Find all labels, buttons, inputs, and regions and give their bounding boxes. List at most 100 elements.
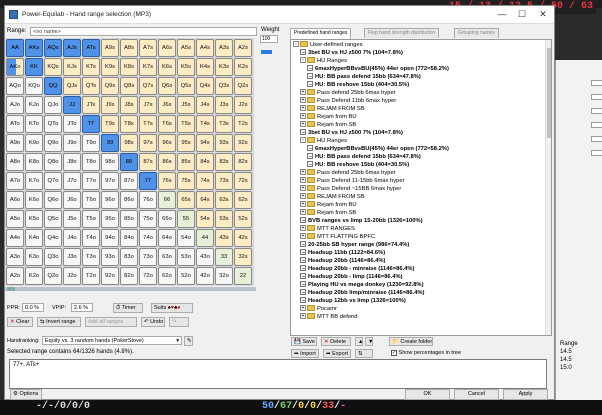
hand-cell-76s[interactable]: 76s — [158, 172, 176, 190]
apply-button[interactable]: Apply — [503, 389, 548, 400]
close-button[interactable]: ✕ — [533, 8, 553, 21]
hand-cell-96o[interactable]: 96o — [101, 191, 119, 209]
expand-icon[interactable]: + — [300, 209, 306, 216]
invert-range-button[interactable]: ⇆ Invert range — [37, 317, 81, 327]
hand-cell-T5s[interactable]: T5s — [177, 115, 195, 133]
show-percentages-checkbox[interactable]: ✓ Show percentages in tree — [391, 349, 461, 357]
expand-icon[interactable]: + — [300, 89, 306, 96]
hand-cell-44[interactable]: 44 — [196, 229, 214, 247]
hand-cell-J9o[interactable]: J9o — [63, 134, 81, 152]
hand-cell-T9o[interactable]: T9o — [82, 134, 100, 152]
hand-cell-JJ[interactable]: JJ — [63, 96, 81, 114]
expand-icon[interactable]: + — [300, 233, 306, 240]
options-button[interactable]: ⚙ Options — [10, 389, 42, 400]
hand-cell-T2o[interactable]: T2o — [82, 267, 100, 285]
tree-range-item[interactable]: Headsup 20bb - minraise (1146=86.4%) — [300, 265, 415, 273]
hand-cell-33[interactable]: 33 — [215, 248, 233, 266]
hand-cell-J2s[interactable]: J2s — [234, 96, 252, 114]
hand-cell-Q7s[interactable]: Q7s — [139, 77, 157, 95]
hand-cell-J8s[interactable]: J8s — [120, 96, 138, 114]
hand-cell-86s[interactable]: 86s — [158, 153, 176, 171]
collapse-icon[interactable]: - — [300, 137, 306, 144]
tree-folder[interactable]: + REJAM FROM SB — [300, 105, 365, 113]
expand-icon[interactable]: + — [300, 97, 306, 104]
hand-cell-85s[interactable]: 85s — [177, 153, 195, 171]
tree-folder[interactable]: + Rejam from SB — [300, 209, 356, 217]
hand-cell-K6s[interactable]: K6s — [158, 58, 176, 76]
tree-folder[interactable]: + Pass Defend 11bb 6max hyper — [300, 97, 396, 105]
hand-cell-Q9o[interactable]: Q9o — [44, 134, 62, 152]
weight-slider[interactable] — [261, 50, 272, 54]
tree-range-item[interactable]: HU: BB pass defend 15bb (634=47.8%) — [307, 153, 421, 161]
hand-cell-Q6s[interactable]: Q6s — [158, 77, 176, 95]
hand-cell-55[interactable]: 55 — [177, 210, 195, 228]
tree-folder[interactable]: + MTT RANGES — [300, 225, 355, 233]
hand-cell-K3o[interactable]: K3o — [25, 248, 43, 266]
hand-cell-AKo[interactable]: AKo — [6, 58, 24, 76]
hand-cell-77[interactable]: 77 — [139, 172, 157, 190]
hand-cell-K5s[interactable]: K5s — [177, 58, 195, 76]
hand-cell-KQo[interactable]: KQo — [25, 77, 43, 95]
expand-icon[interactable]: + — [300, 121, 306, 128]
hand-cell-ATo[interactable]: ATo — [6, 115, 24, 133]
import-button[interactable]: ➥ Import — [291, 349, 319, 358]
delete-button[interactable]: ✕ Delete — [321, 337, 351, 346]
expand-icon[interactable]: + — [300, 201, 306, 208]
hand-cell-A4s[interactable]: A4s — [196, 39, 214, 57]
hand-cell-75o[interactable]: 75o — [139, 210, 157, 228]
hand-cell-KTo[interactable]: KTo — [25, 115, 43, 133]
hand-cell-62s[interactable]: 62s — [234, 191, 252, 209]
hand-cell-72o[interactable]: 72o — [139, 267, 157, 285]
hand-cell-97o[interactable]: 97o — [101, 172, 119, 190]
hand-cell-A8o[interactable]: A8o — [6, 153, 24, 171]
hand-cell-A6o[interactable]: A6o — [6, 191, 24, 209]
tree-range-item[interactable]: 3bet BU vs HJ z500 7% (104=7.8%) — [300, 49, 403, 57]
sort-button[interactable]: ⇅ — [355, 349, 373, 358]
hand-cell-A5o[interactable]: A5o — [6, 210, 24, 228]
hand-cell-96s[interactable]: 96s — [158, 134, 176, 152]
hand-cell-42s[interactable]: 42s — [234, 229, 252, 247]
hand-cell-T4s[interactable]: T4s — [196, 115, 214, 133]
hand-cell-92s[interactable]: 92s — [234, 134, 252, 152]
hand-cell-KTs[interactable]: KTs — [82, 58, 100, 76]
tree-range-item[interactable]: BVB ranges vs limp 15-20bb (1326=100%) — [300, 217, 423, 225]
hand-cell-Q2s[interactable]: Q2s — [234, 77, 252, 95]
hand-cell-J7o[interactable]: J7o — [63, 172, 81, 190]
hand-cell-A9o[interactable]: A9o — [6, 134, 24, 152]
hand-cell-97s[interactable]: 97s — [139, 134, 157, 152]
hand-cell-A2s[interactable]: A2s — [234, 39, 252, 57]
handranking-select[interactable]: Equity vs. 3 random hands (PokerStove) ▾ — [42, 336, 182, 345]
hand-cell-Q5s[interactable]: Q5s — [177, 77, 195, 95]
hand-cell-ATs[interactable]: ATs — [82, 39, 100, 57]
hand-cell-J8o[interactable]: J8o — [63, 153, 81, 171]
hand-cell-A4o[interactable]: A4o — [6, 229, 24, 247]
hand-cell-53o[interactable]: 53o — [177, 248, 195, 266]
hand-cell-QTo[interactable]: QTo — [44, 115, 62, 133]
hand-cell-82s[interactable]: 82s — [234, 153, 252, 171]
range-name-input[interactable]: <no name> — [30, 27, 257, 36]
hand-cell-22[interactable]: 22 — [234, 267, 252, 285]
hand-cell-KQs[interactable]: KQs — [44, 58, 62, 76]
hand-cell-Q8s[interactable]: Q8s — [120, 77, 138, 95]
matrix-scrollbar[interactable] — [5, 287, 256, 291]
collapse-icon[interactable]: - — [293, 41, 299, 48]
undo-button[interactable]: ↶ Undo — [141, 317, 165, 327]
hand-cell-T8o[interactable]: T8o — [82, 153, 100, 171]
hand-cell-Q6o[interactable]: Q6o — [44, 191, 62, 209]
export-button[interactable]: ➦ Export — [323, 349, 351, 358]
hand-cell-T3s[interactable]: T3s — [215, 115, 233, 133]
hand-cell-A7o[interactable]: A7o — [6, 172, 24, 190]
tree-scroll-thumb[interactable] — [547, 48, 551, 138]
hand-cell-54o[interactable]: 54o — [177, 229, 195, 247]
tree-range-item[interactable]: HU: BB reshove 15bb (404=30.5%) — [307, 161, 409, 169]
hand-cell-98o[interactable]: 98o — [101, 153, 119, 171]
hand-cell-Q7o[interactable]: Q7o — [44, 172, 62, 190]
hand-cell-J7s[interactable]: J7s — [139, 96, 157, 114]
hand-cell-84s[interactable]: 84s — [196, 153, 214, 171]
add-all-ranges-button[interactable]: Add all ranges — [85, 317, 137, 327]
expand-icon[interactable]: + — [300, 225, 306, 232]
tree-range-item[interactable]: Headsup 20bb - limp (1146=86.4%) — [300, 273, 403, 281]
suits-button[interactable]: Suits ♠♥♣♦ — [151, 303, 193, 313]
hand-cell-Q3s[interactable]: Q3s — [215, 77, 233, 95]
tree-scrollbar[interactable] — [545, 40, 551, 335]
